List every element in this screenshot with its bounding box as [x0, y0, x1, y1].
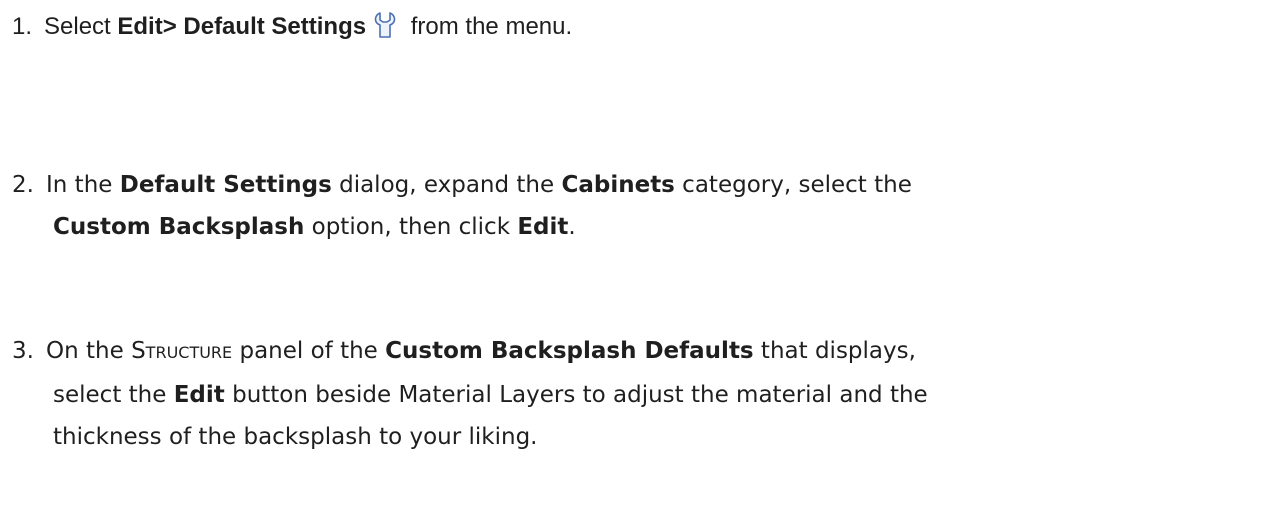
- step-text: In the: [46, 172, 120, 198]
- dialog-name: Custom Backsplash Defaults: [385, 338, 754, 364]
- step-text: button beside Material Layers to adjust …: [224, 382, 928, 408]
- step-text: dialog, expand the: [331, 172, 562, 198]
- step-1: 1. Select Edit> Default Settings from the…: [12, 6, 1284, 48]
- step-text: option, then click: [304, 214, 518, 240]
- step-text: thickness of the backsplash to your liki…: [53, 424, 538, 450]
- step-2: 2. In the Default Settings dialog, expand…: [12, 164, 1284, 248]
- step-text: On the: [46, 338, 132, 364]
- step-text: Select: [44, 13, 118, 40]
- step-text: from the menu.: [404, 13, 573, 40]
- step-number: 1.: [12, 13, 33, 40]
- dialog-name: Default Settings: [119, 172, 332, 198]
- button-name: Edit: [173, 382, 225, 408]
- step-continuation: thickness of the backsplash to your liki…: [12, 416, 1284, 458]
- button-name: Edit: [517, 214, 569, 240]
- step-text: panel of the: [232, 338, 386, 364]
- step-text: category, select the: [674, 172, 912, 198]
- step-3: 3. On the STRUCTURE panel of the Custom B…: [12, 330, 1284, 458]
- step-continuation: Custom Backsplash option, then click Edi…: [12, 206, 1284, 248]
- step-text: that displays,: [753, 338, 916, 364]
- category-name: Cabinets: [561, 172, 675, 198]
- default-settings-wrench-icon: [372, 10, 398, 40]
- step-text: .: [568, 214, 576, 240]
- step-text: select the: [53, 382, 174, 408]
- option-name: Custom Backsplash: [53, 214, 305, 240]
- menu-path: Edit> Default Settings: [117, 13, 367, 40]
- panel-name: STRUCTURE: [131, 338, 233, 364]
- step-number: 3.: [12, 338, 34, 364]
- step-number: 2.: [12, 172, 34, 198]
- step-continuation: select the Edit button beside Material L…: [12, 374, 1284, 416]
